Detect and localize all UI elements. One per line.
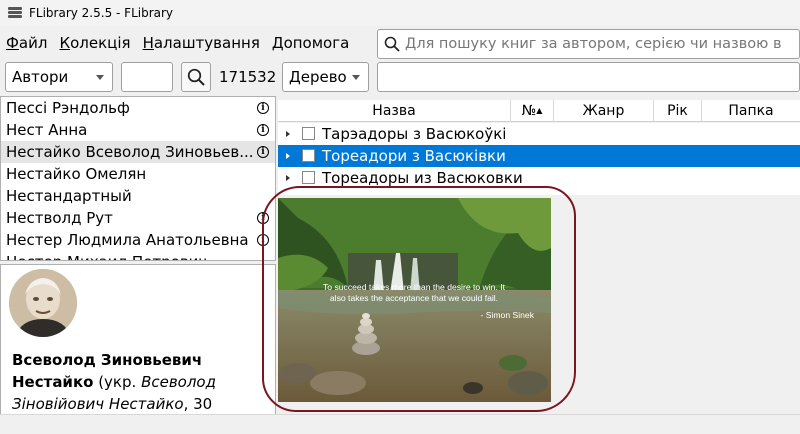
filter2-input[interactable] <box>377 62 800 92</box>
menu-file[interactable]: Файл <box>0 34 53 52</box>
search-box <box>377 29 800 59</box>
book-checkbox[interactable] <box>302 127 315 140</box>
search-icon <box>384 36 400 52</box>
table-row[interactable]: Тарэадоры з Васюкоўкі <box>278 123 800 145</box>
sort-up-icon: ▲ <box>536 106 543 115</box>
expand-arrow-icon[interactable] <box>286 153 290 159</box>
column-year[interactable]: Рік <box>654 100 702 122</box>
author-photo <box>9 269 77 337</box>
result-count: 171532 <box>219 68 277 86</box>
info-icon[interactable]: i <box>257 146 269 158</box>
menu-bar: Файл Колекція Налаштування Допомога <box>0 30 355 56</box>
menu-help[interactable]: Допомога <box>266 34 355 52</box>
book-list: Тарэадоры з Васюкоўкі Тореадори з Васюкі… <box>278 123 800 195</box>
status-bar <box>0 414 800 434</box>
list-item[interactable]: Нестандартный <box>1 185 275 207</box>
list-item[interactable]: Нестволд Рут i <box>1 207 275 229</box>
chevron-down-icon <box>96 75 104 80</box>
book-checkbox[interactable] <box>302 171 315 184</box>
view-mode-select[interactable]: Дерево <box>282 62 369 92</box>
book-table-header: Назва №▲ Жанр Рік Папка <box>278 100 800 122</box>
list-item[interactable]: Нестер Людмила Анатольевна i <box>1 229 275 251</box>
column-folder[interactable]: Папка <box>702 100 800 122</box>
filter-input[interactable] <box>121 62 173 92</box>
books-app-icon <box>8 6 22 20</box>
title-bar: FLibrary 2.5.5 - FLibrary <box>0 0 800 26</box>
search-input[interactable] <box>405 36 799 52</box>
window-title: FLibrary 2.5.5 - FLibrary <box>29 6 174 20</box>
toolbar: Автори 171532 Дерево <box>0 62 800 94</box>
annotation-outline <box>262 186 576 412</box>
column-number[interactable]: №▲ <box>511 100 554 122</box>
column-title[interactable]: Назва <box>278 100 511 122</box>
find-button[interactable] <box>181 62 211 92</box>
expand-arrow-icon[interactable] <box>286 131 290 137</box>
book-checkbox[interactable] <box>302 149 315 162</box>
list-item[interactable]: Нестайко Всеволод Зиновьев... i <box>1 141 275 163</box>
column-genre[interactable]: Жанр <box>554 100 654 122</box>
group-by-select[interactable]: Автори <box>5 62 113 92</box>
search-icon <box>187 68 205 86</box>
expand-arrow-icon[interactable] <box>286 175 290 181</box>
list-item[interactable]: Нест Анна i <box>1 119 275 141</box>
menu-settings[interactable]: Налаштування <box>137 34 266 52</box>
chevron-down-icon <box>352 75 360 80</box>
table-row[interactable]: Тореадори з Васюківки <box>278 145 800 167</box>
author-list: Пессі Рэндольф i Нест Анна i Нестайко Всев… <box>0 96 276 261</box>
info-icon[interactable]: i <box>257 124 269 136</box>
list-item[interactable]: Нестер Михаил Петрович <box>1 251 275 260</box>
author-info-panel: Всеволод Зиновьевич Нестайко (укр. Всево… <box>0 264 276 416</box>
menu-collection[interactable]: Колекція <box>53 34 136 52</box>
list-item[interactable]: Нестайко Омелян <box>1 163 275 185</box>
author-bio: Всеволод Зиновьевич Нестайко (укр. Всево… <box>12 351 216 413</box>
info-icon[interactable]: i <box>257 102 269 114</box>
list-item[interactable]: Пессі Рэндольф i <box>1 97 275 119</box>
